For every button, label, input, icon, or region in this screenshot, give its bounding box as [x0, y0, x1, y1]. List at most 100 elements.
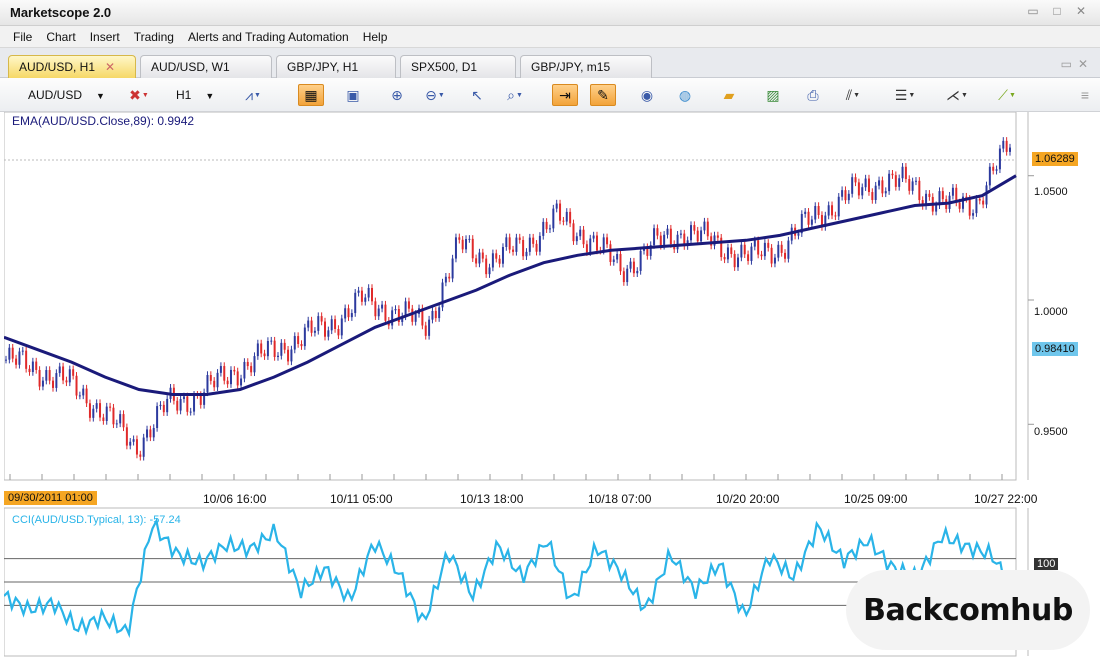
- x-axis-label: 10/18 07:00: [588, 492, 652, 506]
- menu-insert[interactable]: Insert: [83, 30, 127, 44]
- price-candle: [250, 366, 253, 373]
- tab-audusd-w1[interactable]: AUD/USD, W1: [140, 55, 272, 78]
- price-candle: [928, 193, 931, 197]
- chart-type-icon[interactable]: ⩘ ▼: [240, 84, 266, 106]
- price-candle: [501, 247, 504, 264]
- price-candle: [434, 310, 437, 319]
- price-candle: [320, 316, 323, 322]
- price-candle: [28, 368, 31, 373]
- minimize-icon[interactable]: ▭: [1026, 4, 1040, 18]
- price-candle: [854, 177, 857, 183]
- price-candle: [622, 271, 625, 283]
- print-icon[interactable]: ⎙: [800, 84, 826, 106]
- price-candle: [340, 318, 343, 336]
- price-candle: [542, 221, 545, 236]
- tab-gbpjpy-h1[interactable]: GBP/JPY, H1: [276, 55, 396, 78]
- globe-icon[interactable]: ◍: [672, 84, 698, 106]
- price-candle: [602, 237, 605, 251]
- price-candle: [565, 211, 568, 222]
- toolbar-options-icon[interactable]: ≡: [1072, 84, 1098, 106]
- fan-tool-icon[interactable]: ⋌ ▼: [944, 84, 970, 106]
- price-candle: [559, 203, 562, 221]
- image-icon[interactable]: ▨: [760, 84, 786, 106]
- tab-gbpjpy-m15[interactable]: GBP/JPY, m15: [520, 55, 652, 78]
- crosshair-icon[interactable]: ▣: [340, 84, 366, 106]
- cci-level-label: 100: [1034, 558, 1059, 570]
- price-candle: [797, 233, 800, 236]
- ema-line: [4, 174, 1017, 396]
- instrument-select[interactable]: AUD/USD ▼: [24, 86, 116, 106]
- price-candle: [371, 287, 374, 302]
- view-icon[interactable]: ◉: [634, 84, 660, 106]
- price-candle: [451, 258, 454, 279]
- timeframe-select[interactable]: H1 ▼: [172, 86, 226, 106]
- cursor-icon[interactable]: ↖: [464, 84, 490, 106]
- menu-help[interactable]: Help: [356, 30, 395, 44]
- close-icon[interactable]: ✕: [1074, 4, 1088, 18]
- price-candle: [743, 244, 746, 255]
- price-candle: [313, 330, 316, 333]
- price-candle: [149, 429, 152, 438]
- price-candle: [619, 253, 622, 272]
- chart-tabs: AUD/USD, H1 ✕ AUD/USD, W1 GBP/JPY, H1 SPX…: [0, 48, 1100, 78]
- magnifier-icon[interactable]: ⌕ ▼: [502, 84, 528, 106]
- price-candle: [182, 396, 185, 400]
- price-candle: [491, 253, 494, 268]
- price-candle: [975, 198, 978, 214]
- price-candle: [112, 407, 115, 425]
- lines-tool-icon[interactable]: ⫽ ▼: [840, 84, 866, 106]
- price-candle: [757, 240, 760, 255]
- trend-line-icon[interactable]: ⟋ ▼: [994, 84, 1020, 106]
- price-candle: [904, 166, 907, 180]
- x-axis-label: 10/25 09:00: [844, 492, 908, 506]
- price-candle: [125, 427, 128, 446]
- price-candle: [659, 235, 662, 246]
- price-candle: [693, 225, 696, 231]
- price-candle: [307, 320, 310, 328]
- price-candle: [438, 307, 441, 319]
- price-candle: [45, 370, 48, 381]
- price-candle: [656, 228, 659, 236]
- menu-chart[interactable]: Chart: [39, 30, 82, 44]
- toggle-grid-icon[interactable]: ▦: [298, 84, 324, 106]
- close-panel-icon[interactable]: ✕: [1078, 57, 1088, 71]
- horizontal-lines-icon[interactable]: ☰ ▼: [892, 84, 918, 106]
- price-candle: [226, 380, 229, 385]
- x-axis-label: 10/27 22:00: [974, 492, 1038, 506]
- price-candle: [867, 178, 870, 193]
- zoom-in-icon[interactable]: ⊕: [384, 84, 410, 106]
- tab-spx500-d1[interactable]: SPX500, D1: [400, 55, 516, 78]
- price-candle: [861, 187, 864, 196]
- price-candle: [391, 310, 394, 326]
- price-candle: [270, 340, 273, 342]
- tab-audusd-h1[interactable]: AUD/USD, H1 ✕: [8, 55, 136, 78]
- menu-file[interactable]: File: [6, 30, 39, 44]
- price-candle: [78, 395, 81, 397]
- price-candle: [528, 237, 531, 252]
- remove-instrument-icon[interactable]: ✖ ▼: [126, 84, 152, 106]
- price-candle: [199, 395, 202, 405]
- price-candle: [374, 301, 377, 317]
- cci-indicator-label: CCI(AUD/USD.Typical, 13): -57.24: [12, 514, 181, 526]
- zoom-out-icon[interactable]: ⊖ ▼: [422, 84, 448, 106]
- tab-close-icon[interactable]: ✕: [105, 60, 115, 74]
- price-candle: [246, 361, 249, 367]
- price-candle: [468, 238, 471, 240]
- scroll-to-end-icon[interactable]: ⇥: [552, 84, 578, 106]
- price-candle: [300, 344, 303, 347]
- price-candle: [139, 454, 142, 457]
- price-candle: [518, 237, 521, 240]
- price-candle: [65, 380, 68, 383]
- ruler-icon[interactable]: ▰: [716, 84, 742, 106]
- price-candle: [162, 404, 165, 413]
- menu-alerts[interactable]: Alerts and Trading Automation: [181, 30, 356, 44]
- restore-panel-icon[interactable]: ▭: [1061, 57, 1072, 71]
- menu-trading[interactable]: Trading: [127, 30, 181, 44]
- price-candle: [1009, 147, 1011, 152]
- maximize-icon[interactable]: □: [1050, 4, 1064, 18]
- note-icon[interactable]: ✎: [590, 84, 616, 106]
- chevron-down-icon: ▼: [96, 91, 105, 101]
- price-candle: [18, 351, 21, 365]
- price-candle: [730, 247, 733, 254]
- price-candle: [360, 290, 363, 302]
